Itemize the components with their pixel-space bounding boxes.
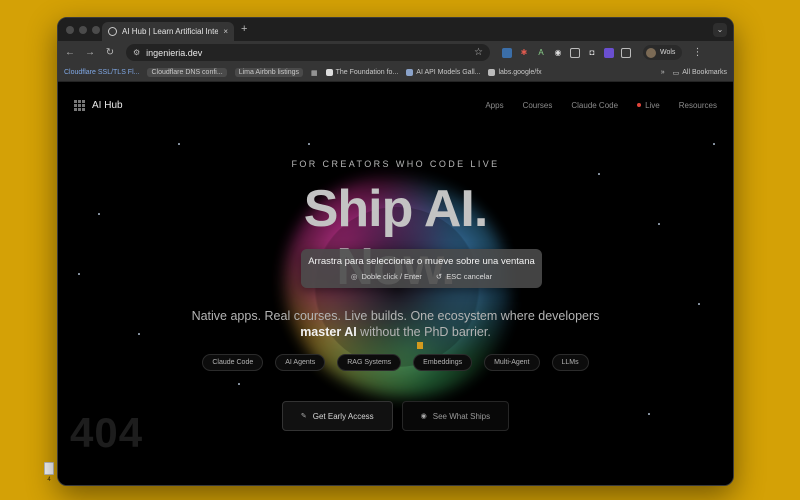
apps-grid-icon[interactable]: ▦ bbox=[311, 69, 318, 77]
hero-subtitle-rest: without the PhD barrier. bbox=[356, 325, 491, 339]
background-404-text: 404 bbox=[70, 409, 144, 456]
file-icon bbox=[44, 462, 54, 475]
see-what-ships-label: See What Ships bbox=[432, 411, 491, 421]
address-bar[interactable]: ⚙ ingenieria.dev ☆ bbox=[126, 44, 490, 61]
screen-capture-overlay[interactable]: Arrastra para seleccionar o mueve sobre … bbox=[301, 249, 542, 288]
extension-icon-3[interactable]: A bbox=[536, 48, 546, 58]
text-cursor bbox=[417, 342, 423, 349]
puzzle-icon[interactable] bbox=[621, 47, 631, 58]
hero-cta-group: ✎ Get Early Access ◉ See What Ships bbox=[58, 401, 733, 431]
extensions-area: ✱ A ◉ ◘ bbox=[502, 47, 631, 58]
profile-name: Wols bbox=[660, 49, 676, 56]
nav-courses[interactable]: Courses bbox=[523, 101, 553, 110]
nav-resources[interactable]: Resources bbox=[679, 101, 717, 110]
back-arrow-icon[interactable]: ← bbox=[64, 47, 76, 58]
bookmarks-bar: Cloudflare SSL/TLS Fl... Cloudflare DNS … bbox=[58, 64, 733, 82]
globe-icon bbox=[108, 27, 117, 36]
pointer-icon: ◎ bbox=[350, 272, 358, 281]
topic-pill[interactable]: RAG Systems bbox=[337, 354, 402, 371]
nav-claude-code[interactable]: Claude Code bbox=[571, 101, 618, 110]
reload-icon[interactable]: ↻ bbox=[104, 47, 116, 58]
hint-enter-label: Doble click / Enter bbox=[361, 272, 422, 281]
more-bookmarks-button[interactable]: » bbox=[661, 69, 665, 76]
nav-live[interactable]: Live bbox=[637, 101, 660, 110]
bookmark-item-labs[interactable]: labs.google/fx bbox=[488, 69, 542, 76]
extension-icon-5[interactable] bbox=[570, 47, 580, 58]
bookmark-item[interactable]: Cloudflare SSL/TLS Fl... bbox=[64, 69, 139, 76]
hero-subtitle-line-1: Native apps. Real courses. Live builds. … bbox=[191, 309, 600, 323]
get-early-access-button[interactable]: ✎ Get Early Access bbox=[281, 401, 393, 431]
bookmark-item-ai-api[interactable]: AI API Models Gall... bbox=[406, 69, 480, 76]
extension-icon-2[interactable]: ✱ bbox=[519, 48, 529, 58]
site-settings-icon[interactable]: ⚙ bbox=[133, 48, 140, 57]
forward-arrow-icon[interactable]: → bbox=[84, 47, 96, 58]
zoom-window-button[interactable] bbox=[92, 26, 100, 34]
camera-icon[interactable]: ◘ bbox=[587, 48, 597, 58]
bookmark-favicon-icon bbox=[488, 69, 496, 76]
close-window-button[interactable] bbox=[66, 26, 74, 34]
extension-icon-7[interactable] bbox=[604, 47, 614, 58]
tab-title: AI Hub | Learn Artificial Intelli bbox=[122, 27, 219, 36]
url-text[interactable]: ingenieria.dev bbox=[146, 48, 468, 58]
avatar bbox=[646, 47, 656, 58]
hero-eyebrow: FOR CREATORS WHO CODE LIVE bbox=[291, 159, 500, 169]
bookmark-label: AI API Models Gall... bbox=[416, 69, 481, 76]
site-nav: Apps Courses Claude Code Live Resources bbox=[485, 101, 717, 110]
window-controls bbox=[66, 26, 100, 34]
title-bar: AI Hub | Learn Artificial Intelli × + ⌄ bbox=[58, 18, 733, 41]
desktop-file-label: 4 bbox=[47, 477, 51, 483]
bookmark-item[interactable]: Cloudflare DNS confi... bbox=[147, 68, 227, 77]
logo-grid-icon bbox=[74, 99, 85, 111]
browser-toolbar: ← → ↻ ⚙ ingenieria.dev ☆ ✱ A ◉ ◘ Wols ⋮ bbox=[58, 41, 733, 64]
get-early-access-label: Get Early Access bbox=[312, 411, 374, 421]
bookmark-item[interactable]: Lima Airbnb listings bbox=[234, 68, 303, 77]
rocket-icon: ✎ bbox=[300, 413, 307, 420]
topic-pill[interactable]: LLMs bbox=[551, 354, 589, 371]
live-dot-icon bbox=[637, 103, 642, 107]
minimize-window-button[interactable] bbox=[79, 26, 87, 34]
hero-subtitle: Native apps. Real courses. Live builds. … bbox=[58, 308, 733, 340]
extension-icon-4[interactable]: ◉ bbox=[553, 48, 563, 58]
active-tab[interactable]: AI Hub | Learn Artificial Intelli × bbox=[102, 22, 234, 41]
topic-pills: Claude Code AI Agents RAG Systems Embedd… bbox=[58, 354, 733, 371]
bookmark-label: labs.google/fx bbox=[498, 69, 542, 76]
hero-subtitle-bold: master AI bbox=[300, 325, 357, 339]
see-what-ships-button[interactable]: ◉ See What Ships bbox=[401, 401, 510, 431]
hero-headline-line-1: Ship AI. bbox=[303, 180, 489, 238]
hint-enter: ◎ Doble click / Enter bbox=[351, 272, 422, 281]
browser-window: AI Hub | Learn Artificial Intelli × + ⌄ … bbox=[57, 17, 734, 486]
all-bookmarks-label: All Bookmarks bbox=[682, 69, 727, 76]
nav-apps[interactable]: Apps bbox=[485, 101, 503, 110]
all-bookmarks-button[interactable]: ▭ All Bookmarks bbox=[673, 69, 727, 77]
topic-pill[interactable]: Multi-Agent bbox=[484, 354, 540, 371]
bookmark-item-foundation[interactable]: The Foundation fo... bbox=[325, 69, 399, 76]
topic-pill[interactable]: Claude Code bbox=[202, 354, 264, 371]
site-header: AI Hub Apps Courses Claude Code Live Res… bbox=[74, 95, 717, 115]
folder-icon: ▭ bbox=[672, 69, 680, 77]
tab-search-button[interactable]: ⌄ bbox=[713, 23, 727, 37]
site-logo[interactable]: AI Hub bbox=[74, 99, 123, 111]
nav-live-label: Live bbox=[645, 100, 660, 110]
tab-close-icon[interactable]: × bbox=[223, 27, 228, 36]
topic-pill[interactable]: AI Agents bbox=[275, 354, 326, 371]
profile-button[interactable]: Wols bbox=[643, 45, 683, 60]
extension-icon-1[interactable] bbox=[502, 47, 512, 58]
bookmark-favicon-icon bbox=[406, 69, 414, 76]
bookmark-favicon-icon bbox=[325, 69, 333, 76]
overlay-message: Arrastra para seleccionar o mueve sobre … bbox=[308, 256, 535, 267]
hint-esc-label: ESC cancelar bbox=[446, 272, 493, 281]
bookmark-star-icon[interactable]: ☆ bbox=[474, 47, 483, 58]
topic-pill[interactable]: Embeddings bbox=[413, 354, 473, 371]
eye-icon: ◉ bbox=[420, 413, 427, 420]
bookmark-label: The Foundation fo... bbox=[335, 69, 399, 76]
undo-icon: ↺ bbox=[435, 272, 443, 281]
browser-menu-icon[interactable]: ⋮ bbox=[692, 47, 702, 58]
logo-text: AI Hub bbox=[92, 99, 123, 111]
overlay-hints: ◎ Doble click / Enter ↺ ESC cancelar bbox=[351, 272, 492, 281]
hint-esc: ↺ ESC cancelar bbox=[436, 272, 492, 281]
hero-subtitle-line-2: master AI without the PhD barrier. bbox=[58, 324, 733, 340]
new-tab-button[interactable]: + bbox=[241, 23, 247, 35]
